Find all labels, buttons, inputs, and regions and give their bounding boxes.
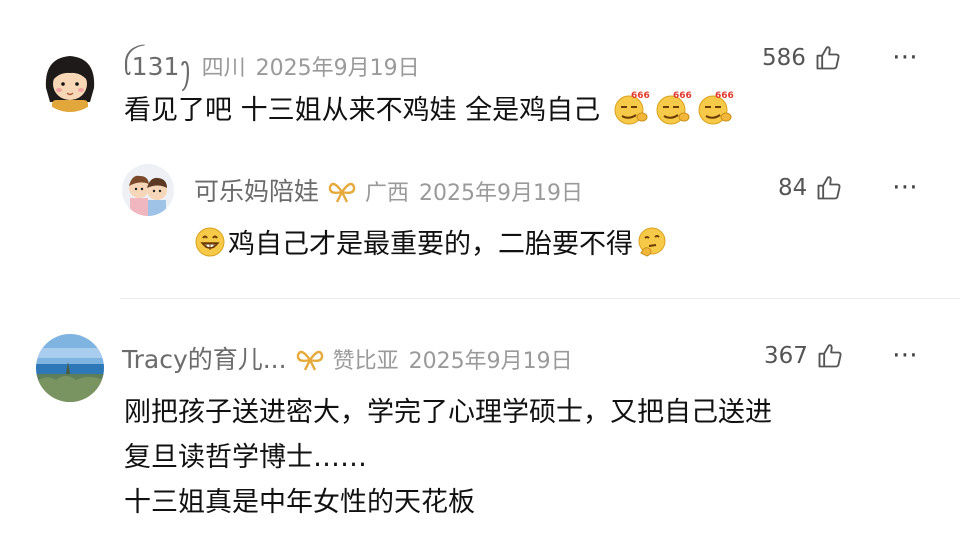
like-count: 84 <box>778 175 808 201</box>
like-count: 367 <box>764 343 808 369</box>
gold-bow-badge-icon <box>295 348 325 377</box>
comment-meta: Tracy的育儿... 赞比亚 2025年9月19日 <box>122 340 573 376</box>
thinking-emoji-icon <box>635 226 669 265</box>
comment-text-line: 复旦读哲学博士…… <box>124 442 367 473</box>
two-kids-avatar-icon <box>122 164 174 216</box>
comment-item: ꪶ131ꫂ 四川 2025年9月19日 586 ⋯ 看见了吧 十三姐从来不鸡娃 … <box>0 0 960 298</box>
comment-item: Tracy的育儿... 赞比亚 2025年9月19日 367 ⋯ 刚把孩子送进密… <box>0 298 960 552</box>
timestamp: 2025年9月19日 <box>408 349 573 374</box>
more-dots-icon: ⋯ <box>892 172 919 202</box>
thumbs-up-icon <box>818 344 842 368</box>
comment-text-line: 刚把孩子送进密大，学完了心理学硕士，又把自己送进 <box>124 397 772 428</box>
avatar[interactable] <box>122 164 174 216</box>
comment-text: 刚把孩子送进密大，学完了心理学硕士，又把自己送进 复旦读哲学博士…… 十三姐真是… <box>124 390 772 525</box>
thumbs-up-icon <box>817 176 841 200</box>
reply-item: 可乐妈陪娃 广西 2025年9月19日 84 ⋯ 鸡自己才是最重要的，二胎要不得 <box>0 0 960 298</box>
more-options-button[interactable]: ⋯ <box>892 174 919 200</box>
beach-photo-avatar-icon <box>36 334 104 402</box>
comment-text-line: 十三姐真是中年女性的天花板 <box>124 487 475 518</box>
avatar[interactable] <box>36 334 104 402</box>
username[interactable]: Tracy的育儿... <box>122 340 287 376</box>
more-options-button[interactable]: ⋯ <box>892 342 919 368</box>
location: 广西 <box>365 181 410 206</box>
location: 赞比亚 <box>332 349 399 374</box>
more-dots-icon: ⋯ <box>892 340 919 370</box>
comment-meta: 可乐妈陪娃 广西 2025年9月19日 <box>194 172 583 208</box>
grin-emoji-icon <box>194 226 226 265</box>
timestamp: 2025年9月19日 <box>419 181 584 206</box>
like-button[interactable]: 367 <box>764 342 844 370</box>
comment-text: 鸡自己才是最重要的，二胎要不得 <box>194 222 669 265</box>
username[interactable]: 可乐妈陪娃 <box>194 172 319 208</box>
comment-text-content: 鸡自己才是最重要的，二胎要不得 <box>228 229 633 260</box>
like-button[interactable]: 84 <box>778 174 843 202</box>
gold-bow-badge-icon <box>327 180 357 209</box>
